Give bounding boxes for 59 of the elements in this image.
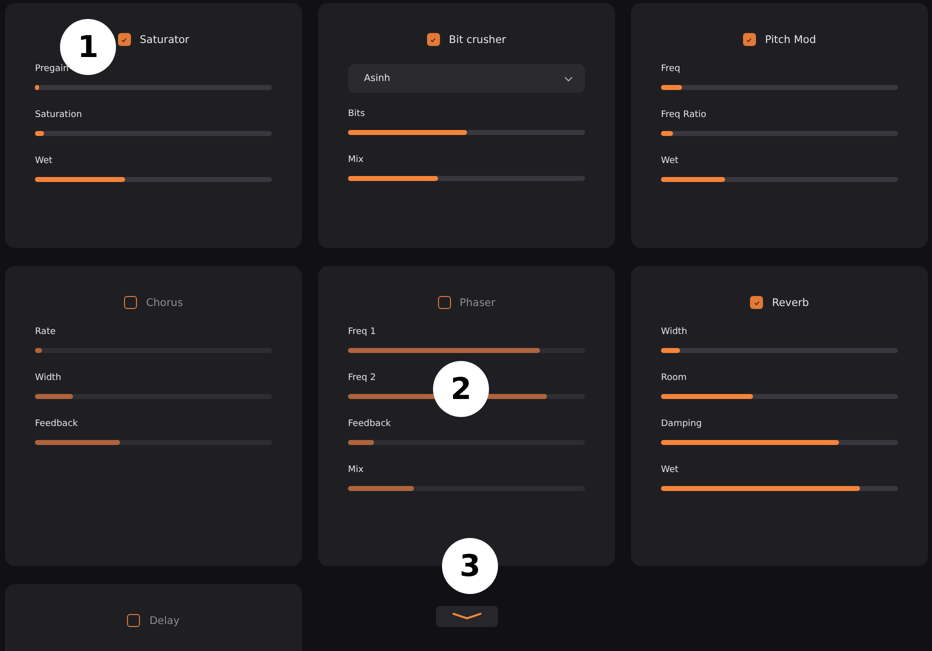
slider[interactable] (661, 177, 898, 182)
slider-label: Room (661, 373, 688, 383)
checkbox[interactable] (127, 614, 140, 627)
slider-label: Freq (661, 64, 682, 74)
slider-label: Mix (348, 465, 365, 475)
slider-label: Feedback (35, 419, 79, 429)
slider-label: Damping (661, 419, 703, 429)
slider[interactable] (661, 85, 898, 90)
slider[interactable] (348, 130, 585, 135)
checkbox[interactable] (750, 296, 764, 309)
check-icon (120, 36, 128, 44)
slider[interactable] (661, 486, 898, 491)
checkbox[interactable] (438, 296, 451, 309)
slider-label: Bits (348, 109, 366, 119)
slider[interactable] (35, 177, 272, 182)
slider[interactable] (661, 131, 898, 136)
slider[interactable] (661, 394, 898, 399)
effect-title: Reverb (772, 296, 809, 308)
chevron-icon (564, 76, 573, 82)
slider-label: Width (661, 327, 688, 337)
slider-label: Freq 2 (348, 373, 377, 383)
slider-label: Width (35, 373, 62, 383)
slider[interactable] (348, 486, 585, 491)
effect-title: Saturator (140, 34, 190, 46)
slider[interactable] (348, 440, 585, 445)
chevron-icon (450, 612, 482, 621)
check-icon (752, 298, 761, 306)
effect-title: Pitch Mod (764, 34, 816, 46)
effect-title: Delay (149, 614, 180, 626)
check-icon (745, 36, 754, 44)
slider-label: Wet (661, 156, 680, 166)
dropdown[interactable]: Asinh (348, 64, 585, 93)
slider-label: Mix (348, 155, 365, 165)
callout-number: 3 (442, 538, 498, 594)
checkbox[interactable] (742, 33, 756, 46)
slider[interactable] (35, 394, 272, 399)
slider-label: Freq 1 (348, 327, 377, 337)
slider-label: Saturation (35, 110, 83, 120)
slider-label: Wet (661, 465, 680, 475)
slider[interactable] (348, 176, 585, 181)
expand-button[interactable] (436, 606, 498, 627)
slider-label: Wet (35, 156, 54, 166)
checkbox[interactable] (118, 33, 131, 46)
slider[interactable] (661, 440, 898, 445)
slider-label: Rate (35, 327, 57, 337)
checkbox[interactable] (124, 296, 138, 309)
checkbox[interactable] (426, 33, 440, 46)
slider-label: Freq Ratio (661, 110, 708, 120)
slider[interactable] (35, 85, 272, 90)
effect-title: Chorus (146, 296, 183, 308)
slider[interactable] (35, 348, 272, 353)
check-icon (429, 36, 438, 44)
slider[interactable] (35, 131, 272, 136)
slider-label: Feedback (348, 419, 392, 429)
effect-title: Bit crusher (448, 34, 506, 46)
slider[interactable] (348, 348, 585, 353)
effect-title: Phaser (460, 296, 496, 308)
slider[interactable] (661, 348, 898, 353)
slider[interactable] (35, 440, 272, 445)
